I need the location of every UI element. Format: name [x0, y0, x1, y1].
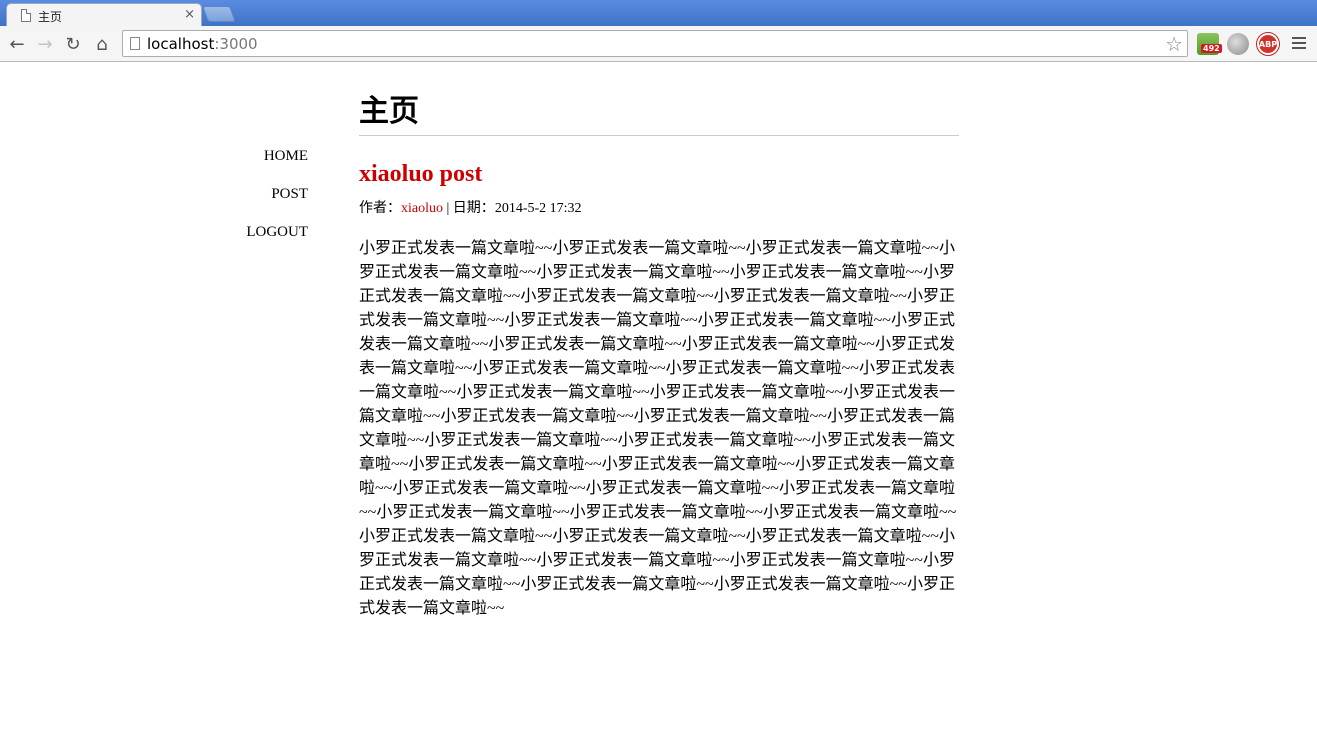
menu-icon[interactable] — [1292, 37, 1306, 51]
nav-home-link[interactable]: HOME — [200, 146, 308, 184]
tab-close-icon[interactable]: × — [184, 7, 195, 22]
tab-strip: 主页 × — [0, 0, 1317, 26]
url-port: :3000 — [214, 35, 258, 53]
forward-arrow-icon[interactable]: → — [34, 33, 56, 55]
author-link[interactable]: xiaoluo — [401, 201, 443, 216]
reload-icon[interactable]: ↻ — [62, 33, 84, 55]
address-bar[interactable]: localhost:3000 ☆ — [122, 30, 1188, 57]
tab-title: 主页 — [38, 10, 63, 24]
post-meta: 作者：xiaoluo | 日期：2014-5-2 17:32 — [359, 199, 959, 219]
page-icon — [130, 37, 140, 50]
main-content: 主页 xiaoluo post 作者：xiaoluo | 日期：2014-5-2… — [359, 92, 959, 621]
extension-badge: 492 — [1201, 44, 1222, 53]
page-title: 主页 — [359, 92, 959, 136]
page-icon — [21, 9, 31, 22]
globe-extension-icon[interactable] — [1227, 33, 1249, 55]
url-text[interactable]: localhost:3000 — [147, 35, 258, 53]
author-prefix: 作者： — [359, 201, 401, 216]
browser-toolbar: ← → ↻ ⌂ localhost:3000 ☆ 492 ABP — [0, 26, 1317, 62]
post-title: xiaoluo post — [359, 160, 959, 188]
browser-tab[interactable]: 主页 × — [6, 3, 202, 26]
post-title-link[interactable]: xiaoluo post — [359, 161, 482, 187]
post-date: 2014-5-2 17:32 — [494, 201, 582, 216]
nav-post-link[interactable]: POST — [200, 184, 308, 222]
extension-icon[interactable]: 492 — [1197, 33, 1222, 55]
post-body: 小罗正式发表一篇文章啦~~小罗正式发表一篇文章啦~~小罗正式发表一篇文章啦~~小… — [359, 240, 957, 617]
date-prefix: | 日期： — [443, 201, 495, 216]
nav-logout-link[interactable]: LOGOUT — [200, 222, 308, 260]
adblock-plus-icon[interactable]: ABP — [1257, 33, 1279, 55]
url-host: localhost — [147, 35, 215, 53]
new-tab-button[interactable] — [202, 6, 236, 22]
bookmark-star-icon[interactable]: ☆ — [1165, 32, 1183, 56]
home-icon[interactable]: ⌂ — [91, 33, 113, 55]
back-arrow-icon[interactable]: ← — [6, 33, 28, 55]
site-nav: HOME POST LOGOUT — [200, 146, 308, 260]
